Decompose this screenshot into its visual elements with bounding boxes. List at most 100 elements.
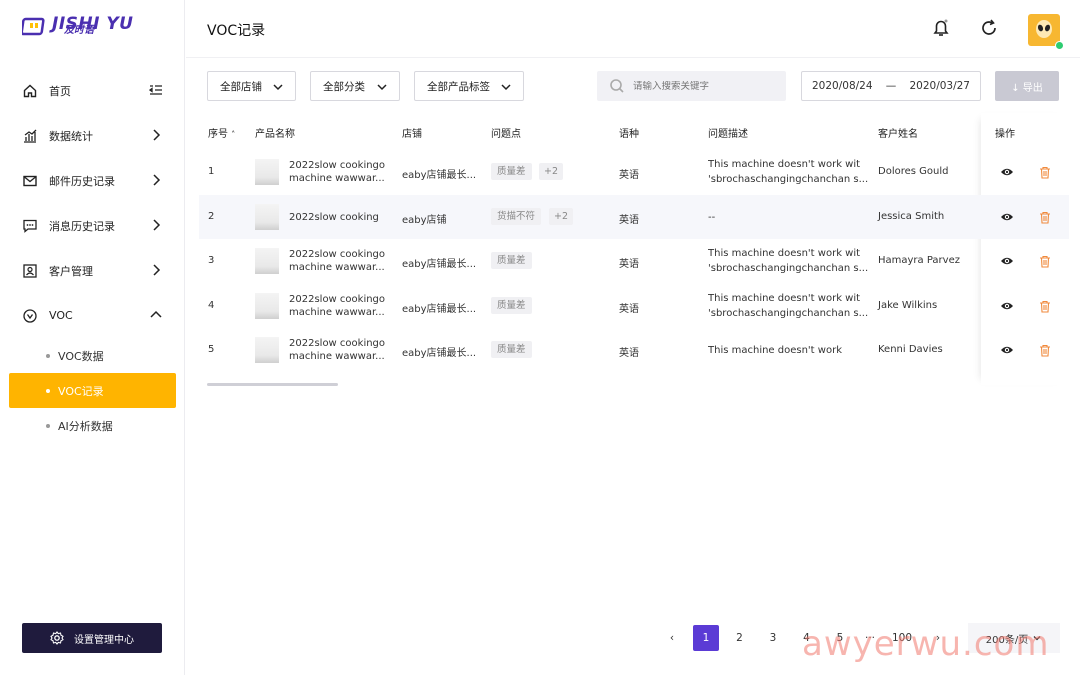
category-filter-label: 全部分类 bbox=[323, 80, 365, 93]
page-2-button[interactable]: 2 bbox=[727, 625, 753, 651]
sidebar-item-message-history[interactable]: 消息历史记录 bbox=[0, 203, 185, 248]
chevron-up-icon bbox=[150, 310, 162, 318]
chevron-right-icon bbox=[153, 264, 161, 276]
watermark: awyerwu.com bbox=[802, 624, 1050, 664]
prev-page-button[interactable]: ‹ bbox=[659, 625, 685, 651]
table-row[interactable]: 5 2022slow cookingo machine wawwar... eaby店… bbox=[199, 328, 1069, 373]
product-name-line: machine wawwar... bbox=[289, 351, 385, 362]
delete-trash-icon[interactable] bbox=[1039, 300, 1051, 313]
sidebar-item-customers[interactable]: 客户管理 bbox=[0, 248, 185, 293]
delete-trash-icon[interactable] bbox=[1039, 166, 1051, 179]
sidebar-item-mail-history[interactable]: 邮件历史记录 bbox=[0, 158, 185, 203]
more-tags-badge[interactable]: +2 bbox=[549, 207, 574, 225]
table-row[interactable]: 3 2022slow cookingo machine wawwar... eaby店… bbox=[199, 239, 1069, 284]
cell-description: This machine doesn't work wit 'sbrochasch… bbox=[708, 291, 868, 321]
cell-no: 3 bbox=[208, 255, 215, 266]
table-row[interactable]: 4 2022slow cookingo machine wawwar... eaby店… bbox=[199, 284, 1069, 329]
store-filter-select[interactable]: 全部店铺 bbox=[207, 71, 296, 101]
description-line: 'sbrochaschangingchanchan s... bbox=[708, 174, 868, 185]
col-header-actions: 操作 bbox=[995, 129, 1015, 140]
product-tag-filter-label: 全部产品标签 bbox=[427, 80, 490, 93]
sidebar-item-voc[interactable]: VOC bbox=[0, 293, 185, 338]
delete-trash-icon[interactable] bbox=[1039, 211, 1051, 224]
view-eye-icon[interactable] bbox=[1000, 254, 1014, 268]
sidebar-subitem-label: AI分析数据 bbox=[58, 419, 113, 433]
product-thumbnail bbox=[255, 248, 279, 274]
view-eye-icon[interactable] bbox=[1000, 299, 1014, 313]
table-row[interactable]: 1 2022slow cookingo machine wawwar... eaby店… bbox=[199, 150, 1069, 195]
collapse-menu-icon[interactable] bbox=[149, 83, 163, 97]
cell-store: eaby店铺 bbox=[402, 214, 447, 226]
mail-icon bbox=[22, 173, 38, 189]
horizontal-scrollbar[interactable] bbox=[207, 383, 338, 386]
product-name-line: 2022slow cookingo bbox=[289, 249, 386, 260]
search-icon bbox=[610, 79, 624, 93]
sidebar-subitem-ai-analysis[interactable]: AI分析数据 bbox=[0, 408, 185, 443]
user-avatar[interactable] bbox=[1028, 14, 1064, 50]
home-icon bbox=[22, 83, 38, 99]
cell-language: 英语 bbox=[619, 348, 639, 359]
view-eye-icon[interactable] bbox=[1000, 165, 1014, 179]
cell-store: eaby店铺最长... bbox=[402, 259, 477, 270]
chevron-right-icon bbox=[153, 174, 161, 186]
export-button[interactable]: ↓ 导出 bbox=[995, 71, 1059, 101]
cell-product-name: 2022slow cookingo machine wawwar... bbox=[289, 337, 389, 363]
product-thumbnail bbox=[255, 292, 279, 319]
issue-tag: 货描不符 bbox=[491, 207, 542, 225]
sidebar-item-label: VOC bbox=[49, 309, 73, 322]
description-line: This machine doesn't work bbox=[708, 345, 842, 356]
product-name-line: 2022slow cookingo bbox=[289, 293, 386, 305]
cell-product-name: 2022slow cookingo machine wawwar... bbox=[289, 159, 389, 185]
top-header: VOC记录 bbox=[186, 0, 1080, 58]
stats-icon bbox=[22, 128, 38, 144]
product-name-line: machine wawwar... bbox=[289, 262, 385, 273]
sidebar-item-label: 数据统计 bbox=[49, 129, 93, 143]
cell-store: eaby店铺最长... bbox=[402, 303, 477, 315]
col-header-label: 序号 bbox=[208, 129, 228, 140]
page-3-button[interactable]: 3 bbox=[760, 625, 786, 651]
product-name-line: machine wawwar... bbox=[289, 306, 385, 318]
sidebar-item-home[interactable]: 首页 bbox=[0, 68, 185, 113]
issue-tag: 质量差 bbox=[491, 163, 532, 180]
category-filter-select[interactable]: 全部分类 bbox=[310, 71, 400, 101]
col-header-customer: 客户姓名 bbox=[878, 129, 918, 140]
search-box bbox=[597, 71, 786, 101]
product-thumbnail bbox=[255, 337, 279, 363]
sidebar-subitem-voc-data[interactable]: VOC数据 bbox=[0, 338, 185, 373]
cell-description: -- bbox=[708, 210, 868, 225]
sidebar-subitem-voc-records[interactable]: VOC记录 bbox=[9, 373, 176, 408]
bell-icon[interactable] bbox=[930, 17, 952, 39]
table-row[interactable]: 2 2022slow cooking eaby店铺 货描不符 +2 英语 -- Jessica… bbox=[199, 194, 1069, 239]
view-eye-icon[interactable] bbox=[1000, 210, 1014, 224]
cell-product-name: 2022slow cookingo machine wawwar... bbox=[289, 248, 389, 274]
delete-trash-icon[interactable] bbox=[1039, 255, 1051, 268]
sidebar-item-label: 邮件历史记录 bbox=[49, 174, 115, 188]
page-1-button[interactable]: 1 bbox=[693, 625, 719, 651]
more-tags-badge[interactable]: +2 bbox=[539, 163, 564, 180]
chevron-right-icon bbox=[153, 129, 161, 141]
description-line: 'sbrochaschangingchanchan s... bbox=[708, 263, 868, 274]
settings-center-button[interactable]: 设置管理中心 bbox=[22, 623, 162, 653]
sidebar-item-stats[interactable]: 数据统计 bbox=[0, 113, 185, 158]
date-separator: — bbox=[885, 80, 897, 92]
cell-product-name: 2022slow cooking bbox=[289, 211, 389, 224]
sidebar-item-label: 消息历史记录 bbox=[49, 219, 115, 233]
search-input[interactable] bbox=[633, 80, 773, 92]
issue-tag: 质量差 bbox=[491, 252, 532, 269]
voc-records-table: 序号 ˄ 产品名称 店铺 问题点 语种 问题描述 客户姓名 操作 1 2022sl… bbox=[199, 113, 1069, 373]
alien-avatar-icon bbox=[1036, 20, 1052, 38]
app-root: JISHI YU 及时语 首页 数据统计 邮件历史记录 消息历史记录 客户管理 … bbox=[0, 0, 1080, 675]
sidebar-subitem-label: VOC记录 bbox=[58, 384, 104, 398]
message-icon bbox=[22, 218, 38, 234]
date-range-picker[interactable]: 2020/08/24 — 2020/03/27 bbox=[801, 71, 981, 101]
refresh-icon[interactable] bbox=[978, 17, 1000, 39]
col-header-no[interactable]: 序号 ˄ bbox=[208, 125, 235, 140]
description-line: 'sbrochaschangingchanchan s... bbox=[708, 307, 868, 319]
cell-language: 英语 bbox=[619, 170, 639, 181]
table-body: 1 2022slow cookingo machine wawwar... eaby店… bbox=[199, 150, 1069, 373]
cell-store: eaby店铺最长... bbox=[402, 348, 477, 359]
delete-trash-icon[interactable] bbox=[1039, 344, 1051, 357]
product-tag-filter-select[interactable]: 全部产品标签 bbox=[414, 71, 524, 101]
view-eye-icon[interactable] bbox=[1000, 343, 1014, 357]
gear-icon bbox=[50, 631, 64, 645]
